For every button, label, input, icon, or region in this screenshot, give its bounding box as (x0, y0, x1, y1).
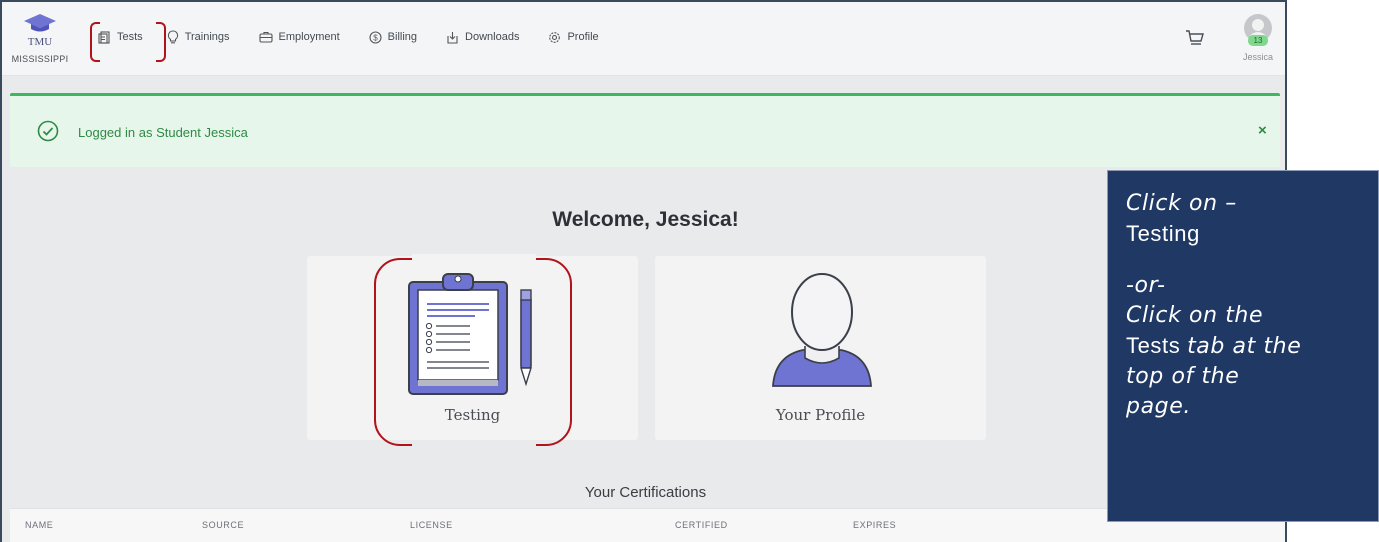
user-name: Jessica (1242, 52, 1273, 62)
login-alert: Logged in as Student Jessica × (10, 93, 1280, 167)
cart-icon[interactable] (1185, 28, 1205, 53)
check-circle-icon (37, 120, 59, 147)
logo[interactable]: TMU MISSISSIPPI (10, 12, 70, 64)
notification-badge: 13 (1248, 35, 1268, 46)
top-navigation: TMU MISSISSIPPI Tests Trainings Employme… (2, 2, 1285, 76)
nav-item-trainings[interactable]: Trainings (167, 30, 230, 44)
logo-name: TMU (27, 36, 53, 48)
callout-or: -or- (1126, 273, 1166, 298)
nav-item-label: Trainings (184, 31, 230, 43)
callout-line-1: Click on – (1126, 191, 1237, 216)
nav-item-employment[interactable]: Employment (258, 31, 340, 43)
callout-line-5: top of the (1126, 364, 1240, 389)
nav-item-label: Tests (117, 31, 143, 43)
callout-testing: Testing (1126, 221, 1200, 246)
nav-item-label: Employment (278, 31, 340, 43)
person-icon (772, 273, 872, 387)
column-header-name[interactable]: NAME (25, 520, 53, 530)
callout-line-3: Click on the (1126, 303, 1264, 328)
download-icon (447, 31, 458, 44)
svg-text:$: $ (373, 33, 378, 42)
close-icon[interactable]: × (1258, 122, 1267, 139)
logo-subtitle: MISSISSIPPI (11, 54, 69, 64)
app-window: TMU MISSISSIPPI Tests Trainings Employme… (0, 0, 1287, 542)
column-header-certified[interactable]: CERTIFIED (675, 520, 728, 530)
nav-item-tests[interactable]: Tests (98, 30, 143, 44)
certifications-table-header: NAME SOURCE LICENSE CERTIFIED EXPIRES (10, 508, 1285, 542)
nav-item-profile[interactable]: Profile (548, 31, 599, 44)
column-header-license[interactable]: LICENSE (410, 520, 453, 530)
dollar-icon: $ (369, 30, 382, 44)
alert-message: Logged in as Student Jessica (78, 125, 248, 140)
tests-icon (98, 30, 110, 44)
certifications-title: Your Certifications (584, 484, 707, 501)
nav-item-billing[interactable]: $ Billing (369, 30, 418, 44)
column-header-expires[interactable]: EXPIRES (853, 520, 896, 530)
graduation-cap-icon (23, 12, 57, 34)
highlight-gap-top (412, 254, 536, 262)
lightbulb-icon (167, 30, 178, 44)
main-nav: Tests Trainings Employment $ Billing Dow… (98, 30, 628, 44)
user-menu[interactable]: 13 Jessica (1236, 14, 1280, 62)
card-label: Your Profile (775, 406, 866, 424)
briefcase-icon (258, 31, 273, 43)
welcome-heading: Welcome, Jessica! (552, 208, 739, 231)
nav-item-label: Billing (387, 31, 418, 43)
testing-highlight (374, 258, 572, 446)
instruction-callout: Click on – Testing -or- Click on the Tes… (1107, 170, 1379, 522)
callout-tests: Tests (1126, 333, 1181, 358)
highlight-gap-bottom (412, 443, 536, 449)
nav-item-label: Profile (567, 31, 599, 43)
column-header-source[interactable]: SOURCE (202, 520, 244, 530)
nav-item-downloads[interactable]: Downloads (446, 31, 519, 44)
gear-icon (549, 31, 561, 43)
profile-card[interactable]: Your Profile (655, 256, 986, 440)
nav-item-label: Downloads (465, 31, 520, 43)
callout-line-4: tab at the (1187, 334, 1302, 359)
callout-line-6: page. (1126, 394, 1191, 419)
